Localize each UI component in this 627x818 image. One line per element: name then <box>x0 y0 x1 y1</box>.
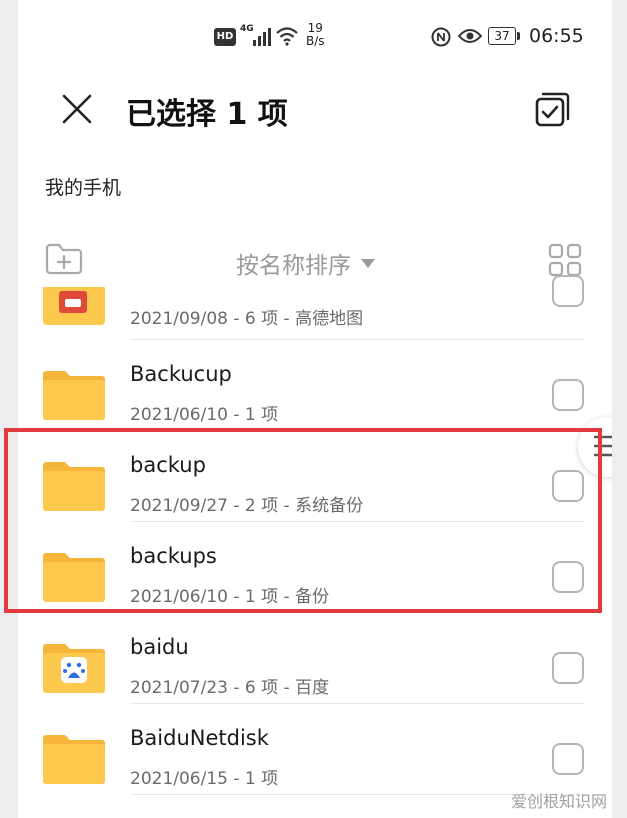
folder-icon <box>43 370 105 420</box>
speed-unit: B/s <box>306 34 325 48</box>
row-checkbox[interactable] <box>552 379 584 411</box>
watermark: 爱创根知识网 <box>510 792 607 811</box>
select-all-button[interactable] <box>534 90 572 128</box>
nfc-icon <box>431 27 451 47</box>
file-row[interactable]: 2021/09/08 - 6 项 - 高德地图 <box>18 250 612 340</box>
file-row[interactable]: baidu 2021/07/23 - 6 项 - 百度 <box>18 613 612 704</box>
file-name: Backucup <box>130 362 232 386</box>
phone-screen: HD 4G 19 B/s 37 06:55 已选择 1 项 我的手机 按名称排序… <box>18 0 612 818</box>
file-meta: 2021/06/15 - 1 项 <box>130 769 279 789</box>
close-button[interactable] <box>60 92 94 126</box>
file-name: baidu <box>130 635 189 659</box>
signal-icon <box>252 28 272 46</box>
file-row[interactable]: Backucup 2021/06/10 - 1 项 <box>18 340 612 431</box>
file-meta: 2021/09/08 - 6 项 - 高德地图 <box>130 309 364 329</box>
network-speed: 19 B/s <box>306 22 325 48</box>
row-checkbox[interactable] <box>552 652 584 684</box>
folder-icon <box>43 734 105 784</box>
battery-icon: 37 <box>488 27 522 45</box>
eye-comfort-icon <box>457 28 483 44</box>
file-meta: 2021/07/23 - 6 项 - 百度 <box>130 678 330 698</box>
status-bar: HD 4G 19 B/s 37 06:55 <box>18 0 612 72</box>
file-name: BaiduNetdisk <box>130 726 269 750</box>
breadcrumb[interactable]: 我的手机 <box>45 173 121 200</box>
clock: 06:55 <box>529 25 584 47</box>
row-checkbox[interactable] <box>552 743 584 775</box>
hd-badge: HD <box>214 28 236 46</box>
highlight-box <box>4 428 602 613</box>
row-checkbox[interactable] <box>552 275 584 307</box>
folder-icon <box>43 287 105 327</box>
page-title: 已选择 1 项 <box>126 97 288 132</box>
file-meta: 2021/06/10 - 1 项 <box>130 405 279 425</box>
select-all-icon <box>535 92 570 127</box>
baidu-folder-icon <box>43 643 105 693</box>
file-row[interactable]: BaiduNetdisk 2021/06/15 - 1 项 <box>18 704 612 795</box>
battery-level: 37 <box>488 27 516 45</box>
wifi-icon <box>276 26 298 46</box>
close-icon <box>62 94 92 124</box>
